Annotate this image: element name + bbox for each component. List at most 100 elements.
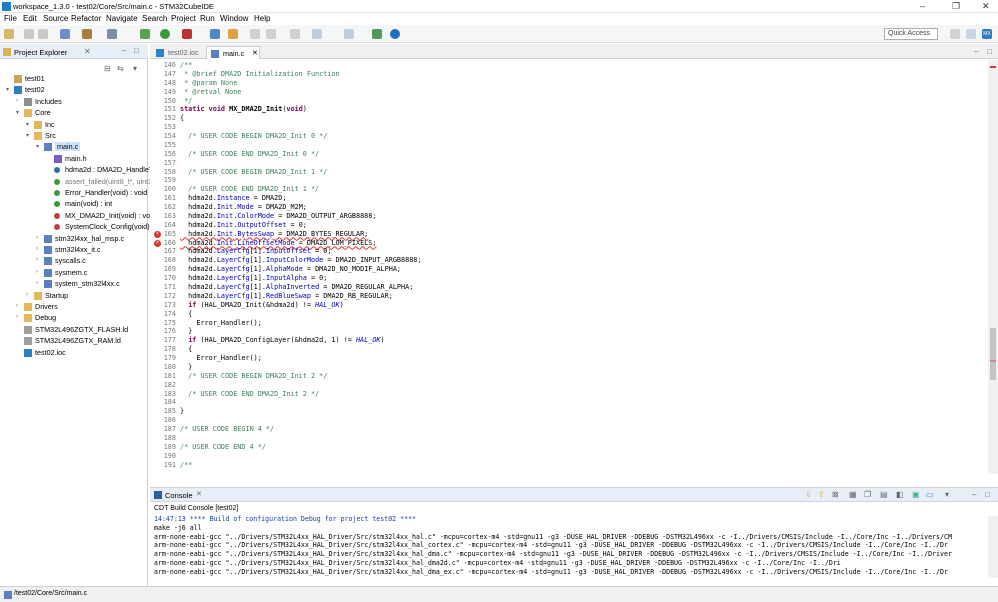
code-line[interactable]: hdma2d.LayerCfg[1].AlphaMode = DMA2D_NO_… (180, 265, 401, 273)
tree-item[interactable]: assert_failed(uint8_t*, uint3 (65, 177, 152, 186)
clear-console-icon[interactable]: ⊠ (832, 490, 839, 499)
code-line[interactable]: { (180, 345, 192, 353)
close-icon[interactable]: ✕ (982, 1, 990, 12)
tree-toggle-icon[interactable]: › (36, 235, 38, 241)
tree-item[interactable]: Error_Handler(void) : void (65, 188, 147, 197)
tree-item[interactable]: main(void) : int (65, 199, 112, 208)
code-editor[interactable]: 146 147 148 149 150 151 152 153 154 155 156 157 158 1… (150, 60, 988, 474)
code-line[interactable]: hdma2d.Init.ColorMode = DMA2D_OUTPUT_ARG… (180, 212, 376, 220)
console-scrollbar[interactable] (988, 516, 998, 578)
minimize-editor-icon[interactable]: – (974, 47, 978, 56)
debug-icon[interactable] (140, 29, 150, 39)
search-icon[interactable] (228, 29, 238, 39)
save-icon[interactable] (24, 29, 34, 39)
tree-item[interactable]: Debug (35, 313, 56, 322)
mx-perspective-icon[interactable]: MX (982, 29, 992, 39)
tree-item[interactable]: sysmem.c (55, 268, 87, 277)
info-icon[interactable] (390, 29, 400, 39)
tree-toggle-icon[interactable]: ▾ (6, 86, 9, 93)
code-line[interactable]: /* USER CODE BEGIN DMA2D_Init 1 */ (180, 168, 327, 176)
copy-icon[interactable]: ❐ (864, 490, 871, 499)
code-line[interactable]: hdma2d.LayerCfg[1].RedBlueSwap = DMA2D_R… (180, 292, 393, 300)
code-line[interactable]: hdma2d.LayerCfg[1].InputColorMode = DMA2… (180, 256, 421, 264)
tree-item[interactable]: test01 (25, 74, 45, 83)
code-line[interactable]: /* USER CODE BEGIN 4 */ (180, 425, 274, 433)
minimize-icon[interactable]: – (920, 1, 925, 11)
build-icon[interactable] (82, 29, 92, 39)
code-line[interactable]: /** (180, 61, 192, 69)
console-tab-label[interactable]: Console (165, 491, 193, 500)
error-marker[interactable] (990, 66, 996, 68)
new-console-icon[interactable]: ▭ (926, 490, 934, 499)
code-line[interactable]: /** (180, 461, 192, 469)
save-all-icon[interactable] (38, 29, 48, 39)
tree-toggle-icon[interactable]: › (16, 314, 18, 320)
code-line[interactable]: Error_Handler(); (180, 319, 261, 327)
error-icon[interactable]: × (154, 239, 161, 247)
tree-toggle-icon[interactable]: › (36, 280, 38, 286)
tree-item[interactable]: SystemClock_Config(void) (65, 222, 150, 231)
project-explorer-title[interactable]: Project Explorer (14, 48, 67, 57)
forward-icon[interactable] (344, 29, 354, 39)
quick-access-input[interactable]: Quick Access (884, 28, 938, 40)
tree-item[interactable]: Includes (35, 97, 62, 106)
code-line[interactable]: * @brief DMA2D Initialization Function (180, 70, 340, 78)
menu-window[interactable]: Window (220, 14, 248, 23)
menu-file[interactable]: File (4, 14, 17, 23)
new-icon[interactable] (4, 29, 14, 39)
code-line[interactable]: /* USER CODE BEGIN DMA2D_Init 2 */ (180, 372, 327, 380)
tree-item[interactable]: main.c (55, 142, 81, 152)
overview-marker[interactable] (990, 360, 996, 362)
next-annotation-icon[interactable] (290, 29, 300, 39)
code-line[interactable]: hdma2d.Init.LineOffsetMode = DMA2D_LOM_P… (180, 239, 376, 247)
tree-item[interactable]: stm32l4xx_it.c (55, 245, 101, 254)
tree-item[interactable]: hdma2d : DMA2D_HandleT (65, 165, 153, 174)
link-editor-icon[interactable]: ⇆ (117, 64, 124, 73)
tree-item[interactable]: main.h (65, 154, 87, 163)
code-line[interactable]: * @retval None (180, 88, 241, 96)
tree-toggle-icon[interactable]: ▾ (36, 143, 39, 150)
back-icon[interactable] (312, 29, 322, 39)
tree-item[interactable]: syscalls.c (55, 256, 86, 265)
editor-scrollbar[interactable] (988, 60, 998, 474)
open-console-icon[interactable]: ▣ (912, 490, 920, 499)
code-line[interactable]: hdma2d.Init.BytesSwap = DMA2D_BYTES_REGU… (180, 230, 368, 238)
maximize-console-icon[interactable]: □ (985, 490, 990, 499)
restore-icon[interactable]: ❐ (952, 1, 960, 12)
tree-item[interactable]: stm32l4xx_hal_msp.c (55, 234, 124, 243)
code-line[interactable]: } (180, 407, 184, 415)
code-line[interactable]: hdma2d.Init.OutputOffset = 0; (180, 221, 307, 229)
tree-item[interactable]: MX_DMA2D_Init(void) : voi (65, 211, 152, 220)
target-icon[interactable] (107, 29, 117, 39)
tree-toggle-icon[interactable]: › (36, 257, 38, 263)
close-view-icon[interactable]: ✕ (84, 47, 91, 56)
tree-item[interactable]: Drivers (35, 302, 58, 311)
menu-run[interactable]: Run (200, 14, 215, 23)
console-menu-icon[interactable]: ▾ (945, 490, 949, 499)
code-line[interactable]: */ (180, 97, 192, 105)
minimize-console-icon[interactable]: – (972, 490, 976, 499)
annotation-icon[interactable] (266, 29, 276, 39)
code-line[interactable]: * @param None (180, 79, 237, 87)
close-tab-icon[interactable]: ✕ (252, 49, 258, 57)
code-line[interactable]: { (180, 310, 192, 318)
scroll-up-icon[interactable]: ⇧ (818, 490, 825, 499)
tree-item[interactable]: STM32L496ZGTX_FLASH.ld (35, 325, 128, 334)
view-menu-icon[interactable]: ▾ (133, 64, 137, 73)
menu-help[interactable]: Help (254, 14, 270, 23)
build-settings-icon[interactable] (60, 29, 70, 39)
code-line[interactable]: Error_Handler(); (180, 354, 261, 362)
menu-refactor[interactable]: Refactor (71, 14, 101, 23)
code-line[interactable]: /* USER CODE END 4 */ (180, 443, 266, 451)
code-line[interactable]: if (HAL_DMA2D_ConfigLayer(&hdma2d, 1) !=… (180, 336, 384, 344)
code-line[interactable]: hdma2d.Init.Mode = DMA2D_M2M; (180, 203, 307, 211)
code-line[interactable]: hdma2d.LayerCfg[1].InputOffset = 0; (180, 247, 331, 255)
open-perspective-icon[interactable] (372, 29, 382, 39)
code-line[interactable]: /* USER CODE BEGIN DMA2D_Init 0 */ (180, 132, 327, 140)
code-line[interactable]: /* USER CODE END DMA2D_Init 0 */ (180, 150, 319, 158)
collapse-all-icon[interactable]: ⊟ (104, 64, 111, 73)
tree-toggle-icon[interactable]: › (26, 292, 28, 298)
code-line[interactable]: hdma2d.LayerCfg[1].AlphaInverted = DMA2D… (180, 283, 413, 291)
tree-item[interactable]: STM32L496ZGTX_RAM.ld (35, 336, 121, 345)
tree-toggle-icon[interactable]: ▾ (26, 121, 29, 128)
